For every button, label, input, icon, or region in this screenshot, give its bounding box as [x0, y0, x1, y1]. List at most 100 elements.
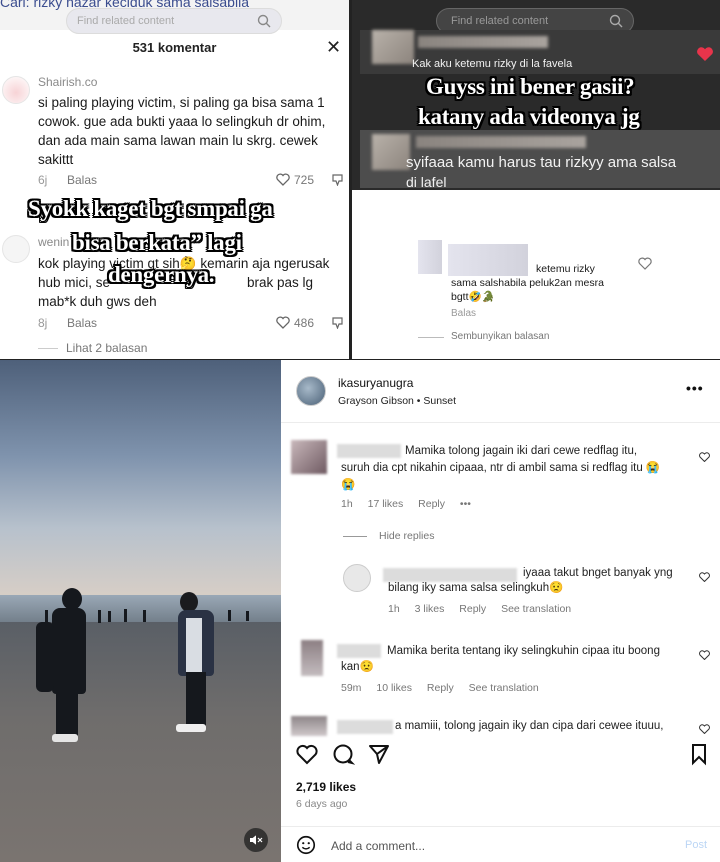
like-count: 486 — [294, 316, 315, 330]
heart-icon[interactable] — [295, 742, 319, 766]
chat-banner: syifaaa kamu harus tau rizkyy ama salsa … — [360, 130, 720, 190]
comment-meta: 59m 10 likes Reply See translation — [341, 682, 551, 694]
comment-text-line: Mamika berita tentang iky selingkuhin ci… — [387, 645, 660, 657]
distant-person — [228, 610, 231, 621]
more-options-icon[interactable]: ••• — [686, 380, 704, 396]
reply-text-line: sama salshabila peluk2an mesra — [451, 277, 604, 289]
comment-text-line: suruh dia cpt nikahin cipaaa, ntr di amb… — [341, 462, 661, 474]
person-left-shoes — [52, 734, 78, 742]
person-right-shoes — [176, 724, 206, 732]
comment-icon[interactable] — [331, 742, 355, 766]
like-heart-icon[interactable] — [276, 316, 290, 329]
post-username[interactable]: ikasuryanugra — [338, 376, 413, 390]
comment-likes[interactable]: 10 likes — [376, 682, 412, 694]
add-comment-input[interactable]: Add a comment... — [331, 839, 425, 853]
comment-more-icon[interactable]: ••• — [460, 498, 471, 510]
comment-time: 8j — [38, 316, 48, 330]
reply-button[interactable]: Reply — [427, 682, 454, 694]
comments-count-title: 531 komentar — [132, 40, 217, 55]
comment-text-line: hub mici, se — [38, 275, 111, 290]
reply-button[interactable]: Reply — [418, 498, 445, 510]
search-placeholder: Find related content — [77, 15, 175, 27]
mute-button[interactable] — [244, 828, 268, 852]
person-right-legs — [186, 672, 206, 726]
header-divider — [281, 422, 720, 423]
comment-username[interactable]: Shairish.co — [38, 75, 97, 89]
post-audio[interactable]: Grayson Gibson • Sunset — [338, 395, 456, 407]
overlay-caption-line: Syokk kaget bgt smpai ga — [28, 196, 273, 221]
overlay-caption-line: katany ada videonya jg — [418, 104, 640, 129]
comment-likes[interactable]: 3 likes — [415, 603, 445, 615]
view-replies-line — [38, 348, 58, 349]
person-left-body — [52, 608, 86, 694]
person-left-legs — [56, 690, 78, 736]
overlay-caption-line: Guyss ini bener gasii? — [426, 74, 635, 99]
blurred-avatar — [372, 30, 414, 64]
avatar[interactable] — [2, 235, 30, 263]
overlay-caption-line: bisa berkata” lagi — [72, 230, 242, 255]
blurred-avatar — [372, 134, 410, 170]
see-translation-button[interactable]: See translation — [501, 603, 571, 615]
blurred-avatar[interactable] — [301, 640, 323, 676]
tiktok-comments-panel-right: Find related content Kak aku ketemu rizk… — [352, 0, 720, 360]
hide-replies-button[interactable]: Sembunyikan balasan — [451, 331, 549, 342]
chat-banner: Kak aku ketemu rizky di la favela — [360, 30, 720, 74]
like-heart-icon[interactable] — [638, 257, 652, 270]
like-heart-icon[interactable] — [699, 572, 710, 582]
blurred-avatar — [418, 240, 442, 274]
comment-username[interactable]: wenin — [38, 235, 69, 249]
post-action-bar — [281, 740, 720, 776]
blurred-username — [337, 644, 381, 658]
dislike-icon[interactable] — [331, 173, 344, 186]
reply-button[interactable]: Balas — [67, 316, 97, 330]
share-icon[interactable] — [367, 742, 391, 766]
comment-text-line: mab*k duh gws deh — [38, 294, 157, 309]
comment-meta: 1h 3 likes Reply See translation — [388, 603, 583, 615]
hide-replies-button[interactable]: Hide replies — [379, 530, 434, 542]
person-left-head — [62, 588, 82, 610]
search-icon[interactable] — [257, 14, 271, 28]
search-placeholder: Find related content — [451, 15, 549, 27]
comment-text-line: a mamiii, tolong jagain iky dan cipa dar… — [395, 720, 664, 732]
banner-text-line: syifaaa kamu harus tau rizkyy ama salsa — [406, 154, 677, 171]
like-heart-icon[interactable] — [699, 452, 710, 462]
hide-replies-line — [418, 337, 444, 338]
blurred-avatar[interactable] — [291, 716, 327, 736]
blurred-username — [337, 720, 393, 734]
banner-text: Kak aku ketemu rizky di la favela — [412, 58, 573, 70]
emoji-icon[interactable] — [295, 834, 317, 856]
reply-button[interactable]: Reply — [459, 603, 486, 615]
distant-person — [246, 611, 249, 621]
blurred-avatar[interactable] — [291, 440, 327, 474]
reply-text-line: ketemu rizky — [536, 263, 595, 275]
reply-button[interactable]: Balas — [67, 173, 97, 187]
post-button[interactable]: Post — [685, 839, 707, 851]
dislike-icon[interactable] — [331, 316, 344, 329]
post-like-count[interactable]: 2,719 likes — [296, 780, 356, 794]
bookmark-icon[interactable] — [687, 742, 711, 766]
search-input[interactable]: Find related content — [66, 8, 282, 34]
comment-meta: 1h 17 likes Reply ••• — [341, 498, 483, 510]
like-heart-icon[interactable] — [699, 650, 710, 660]
comment-text-line: bilang iky sama salsa selingkuh😟 — [388, 582, 564, 594]
beach-video-frame[interactable] — [0, 360, 281, 862]
search-icon[interactable] — [609, 14, 623, 28]
blurred-avatar[interactable] — [343, 564, 371, 592]
close-icon[interactable]: ✕ — [326, 38, 341, 56]
avatar[interactable] — [2, 76, 30, 104]
view-replies-button[interactable]: Lihat 2 balasan — [66, 341, 147, 355]
like-heart-icon[interactable] — [699, 724, 710, 734]
add-comment-bar: Add a comment... Post — [281, 826, 720, 862]
like-heart-icon[interactable] — [276, 173, 290, 186]
comment-text-line: kan😟 — [341, 661, 374, 673]
heart-icon[interactable] — [696, 46, 714, 62]
reply-button[interactable]: Balas — [451, 308, 476, 319]
see-translation-button[interactable]: See translation — [469, 682, 539, 694]
instagram-post-panel: ikasuryanugra Grayson Gibson • Sunset ••… — [281, 360, 720, 862]
reply-text-line: bgtt🤣🐊 — [451, 291, 495, 303]
comment-text-line: brak pas lg — [247, 275, 314, 290]
comment-likes[interactable]: 17 likes — [368, 498, 404, 510]
distant-person — [108, 611, 111, 622]
avatar[interactable] — [296, 376, 326, 406]
hide-replies-line — [343, 536, 367, 537]
